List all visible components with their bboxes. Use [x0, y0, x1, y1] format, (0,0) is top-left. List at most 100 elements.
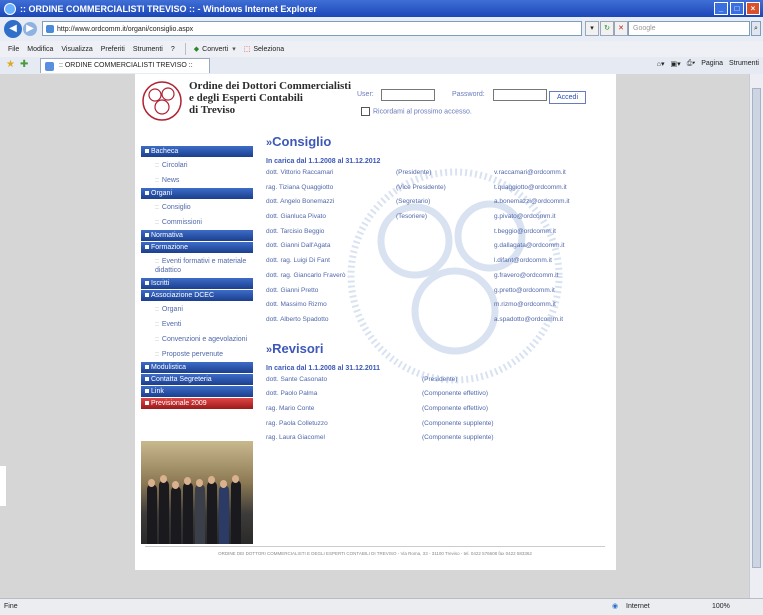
revisori-list: dott. Sante Casonato (Presidente) dott. Pa…: [266, 376, 606, 449]
close-window-button[interactable]: ×: [746, 2, 760, 15]
member-email-link[interactable]: g.pivato@ordcomm.it: [494, 213, 556, 220]
member-name: rag. Paola Colletuzzo: [266, 419, 328, 427]
member-name: rag. Laura Giacomel: [266, 434, 325, 442]
org-line-3: di Treviso: [189, 104, 236, 116]
url-text: http://www.ordcomm.it/organi/consiglio.a…: [57, 26, 194, 33]
page-footer: ORDINE DEI DOTTORI COMMERCIALISTI E DEGL…: [145, 546, 605, 556]
sidebar-item-organi[interactable]: Organi: [141, 188, 253, 199]
member-email-link[interactable]: m.rizmo@ordcomm.it: [494, 301, 556, 308]
sidebar-subitem-eventi[interactable]: :: Eventi: [141, 317, 253, 332]
member-role: (Vice Presidente): [396, 183, 446, 191]
member-row: rag. Mario Conte (Componente effettivo): [266, 405, 606, 420]
sidebar-subitem-circolari[interactable]: :: Circolari: [141, 158, 253, 173]
sidebar-item-previsionale[interactable]: Previsionale 2009: [141, 398, 253, 409]
sidebar-item-contatta[interactable]: Contatta Segreteria: [141, 374, 253, 385]
member-row: rag. Paola Colletuzzo (Componente supplen…: [266, 420, 606, 435]
maximize-button[interactable]: □: [730, 2, 744, 15]
minimize-button[interactable]: _: [714, 2, 728, 15]
tools-menu[interactable]: Strumenti: [729, 60, 759, 68]
user-input[interactable]: [381, 89, 435, 101]
sidebar-subitem-consiglio[interactable]: :: Consiglio: [141, 200, 253, 215]
bullet-icon: ::: [155, 258, 159, 265]
feeds-icon[interactable]: ▣▾: [671, 60, 681, 68]
member-email-link[interactable]: g.dallagata@ordcomm.it: [494, 242, 565, 249]
bullet-icon: ::: [155, 204, 159, 211]
remember-me[interactable]: Ricordami al prossimo accesso.: [361, 107, 472, 116]
menu-preferiti[interactable]: Preferiti: [101, 46, 125, 53]
status-text: Fine: [4, 603, 18, 610]
address-toolbar: ◀ ▶ http://www.ordcomm.it/organi/consigl…: [0, 17, 763, 42]
sidebar-subitem-proposte[interactable]: :: Proposte pervenute: [141, 347, 253, 362]
member-email-link[interactable]: t.beggio@ordcomm.it: [494, 228, 556, 235]
command-bar: ⌂▾ ▣▾ ⎙▾ Pagina Strumenti: [657, 60, 759, 68]
menu-strumenti[interactable]: Strumenti: [133, 46, 163, 53]
sidebar-item-label: Organi: [151, 190, 173, 197]
sidebar-item-modulistica[interactable]: Modulistica: [141, 362, 253, 373]
sidebar-item-label: Iscritti: [151, 280, 170, 287]
scrollbar-thumb[interactable]: [752, 88, 761, 568]
add-favorite-icon[interactable]: ✚: [20, 59, 28, 70]
menu-file[interactable]: File: [8, 46, 19, 53]
vertical-scrollbar[interactable]: [749, 74, 763, 598]
sidebar-subitem-convenzioni[interactable]: :: Convenzioni e agevolazioni: [141, 332, 253, 347]
sidebar-subitem-news[interactable]: :: News: [141, 173, 253, 188]
group-photo: [141, 441, 253, 544]
bullet-icon: ::: [155, 219, 159, 226]
remember-checkbox[interactable]: [361, 107, 370, 116]
member-name: dott. Gianluca Pivato: [266, 213, 326, 221]
convert-button[interactable]: Converti: [202, 46, 228, 53]
browser-tab[interactable]: :: ORDINE COMMERCIALISTI TREVISO ::: [40, 58, 210, 73]
menu-modifica[interactable]: Modifica: [27, 46, 53, 53]
sidebar-item-associazione[interactable]: Associazione DCEC: [141, 290, 253, 301]
member-row: rag. Tiziana Quaggiotto (Vice Presidente)…: [266, 184, 606, 199]
member-email-link[interactable]: a.spadotto@ordcomm.it: [494, 316, 563, 323]
member-email-link[interactable]: l.difant@ordcomm.it: [494, 257, 552, 264]
bullet-icon: ::: [155, 162, 159, 169]
member-name: dott. Alberto Spadotto: [266, 315, 329, 323]
member-row: dott. Massimo Rizmo m.rizmo@ordcomm.it: [266, 301, 606, 316]
member-role: (Presidente): [396, 169, 432, 176]
sidebar-item-label: Previsionale 2009: [151, 400, 207, 407]
search-input[interactable]: Google: [628, 21, 750, 36]
menu-visualizza[interactable]: Visualizza: [61, 46, 92, 53]
sidebar-subitem-eventi-formativi[interactable]: :: Eventi formativi e materiale didattico: [141, 254, 253, 278]
member-email-link[interactable]: t.quaggiotto@ordcomm.it: [494, 184, 567, 191]
member-row: dott. rag. Luigi Di Fant l.difant@ordcomm…: [266, 257, 606, 272]
sidebar-subitem-commissioni[interactable]: :: Commissioni: [141, 215, 253, 230]
back-button[interactable]: ◀: [4, 20, 22, 38]
logo-icon: [142, 81, 182, 121]
password-input[interactable]: [493, 89, 547, 101]
member-role: (Presidente): [422, 375, 458, 383]
member-role: (Componente supplente): [422, 434, 494, 442]
url-dropdown-button[interactable]: ▾: [585, 21, 599, 36]
member-email-link[interactable]: v.raccamari@ordcomm.it: [494, 169, 566, 176]
member-row: dott. Sante Casonato (Presidente): [266, 376, 606, 391]
member-role: (Segretario): [396, 198, 431, 206]
left-stripe: [0, 466, 6, 506]
sidebar-subitem-organi[interactable]: :: Organi: [141, 302, 253, 317]
globe-icon: ◉: [612, 603, 619, 610]
url-field[interactable]: http://www.ordcomm.it/organi/consiglio.a…: [42, 21, 582, 36]
member-email-link[interactable]: g.pretto@ordcomm.it: [494, 287, 555, 294]
member-email-link[interactable]: a.bonemazzi@ordcomm.it: [494, 198, 570, 205]
sidebar-item-normativa[interactable]: Normativa: [141, 230, 253, 241]
sidebar-item-link[interactable]: Link: [141, 386, 253, 397]
member-email-link[interactable]: g.fravero@ordcomm.it: [494, 272, 558, 279]
zoom-level[interactable]: 100%: [712, 599, 730, 614]
bullet-icon: [145, 293, 149, 298]
search-icon[interactable]: ⌕: [751, 21, 761, 36]
print-icon[interactable]: ⎙▾: [687, 60, 696, 68]
page-menu[interactable]: Pagina: [701, 60, 723, 68]
menu-help[interactable]: ?: [171, 46, 175, 53]
favorites-star-icon[interactable]: ★: [6, 59, 15, 70]
sidebar-item-iscritti[interactable]: Iscritti: [141, 278, 253, 289]
sidebar-item-formazione[interactable]: Formazione: [141, 242, 253, 253]
sidebar-item-bacheca[interactable]: Bacheca: [141, 146, 253, 157]
login-button[interactable]: Accedi: [549, 91, 586, 104]
forward-button[interactable]: ▶: [23, 22, 37, 36]
refresh-button[interactable]: ↻: [600, 21, 614, 36]
stop-button[interactable]: ✕: [614, 21, 628, 36]
select-button[interactable]: Seleziona: [253, 46, 284, 53]
home-icon[interactable]: ⌂▾: [657, 60, 665, 68]
main-content: »Consiglio In carica dal 1.1.2008 al 31.…: [266, 134, 606, 449]
